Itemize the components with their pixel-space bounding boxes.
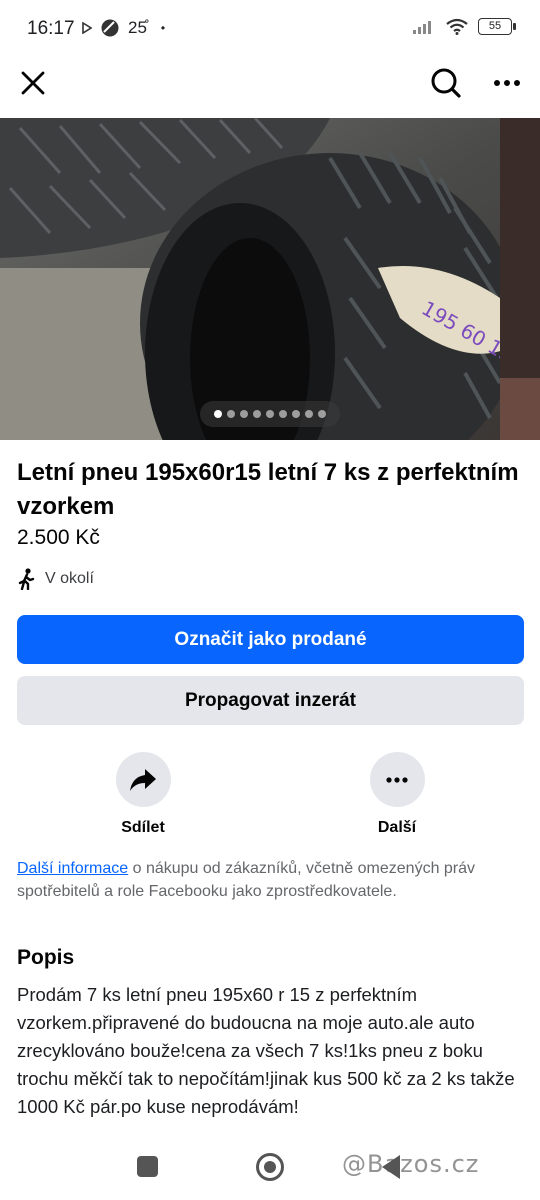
play-icon [82,22,92,34]
status-left-icons: 25̊ • [82,18,165,38]
mark-sold-button[interactable]: Označit jako prodané [17,615,524,664]
listing-title: Letní pneu 195x60r15 letní 7 ks z perfek… [17,459,519,520]
pagination-dot[interactable] [292,410,300,418]
navigation-bar: @Bazos.cz [0,1136,540,1200]
signal-icon [413,20,431,34]
more-button[interactable] [485,61,529,105]
more-info-link[interactable]: Další informace [17,860,128,877]
description-text: Prodám 7 ks letní pneu 195x60 r 15 z per… [17,984,515,1117]
more-dots-icon [386,776,408,783]
close-icon [21,71,45,95]
more-actions-button[interactable] [369,752,425,807]
share-label: Sdílet [121,819,165,836]
status-time: 16:17 [27,18,75,39]
share-arrow-icon [130,768,156,791]
pagination-dot[interactable] [266,410,274,418]
search-button[interactable] [424,61,468,105]
status-temperature: 25̊ [128,18,147,37]
more-action[interactable]: Další [347,752,447,837]
status-dot: • [160,21,166,35]
tire-photo: 195 60 15 [0,118,540,440]
location-text: V okolí [45,570,94,587]
weather-icon [101,19,119,37]
more-label: Další [377,819,417,836]
back-button[interactable] [382,1155,400,1179]
pagination-dot[interactable] [240,410,248,418]
share-action[interactable]: Sdílet [93,752,193,837]
close-button[interactable] [11,61,55,105]
description-title: Popis [17,946,75,969]
share-button[interactable] [115,752,171,807]
search-icon [431,68,461,98]
wifi-icon [446,18,468,35]
pagination-dot[interactable] [279,410,287,418]
promote-listing-button[interactable]: Propagovat inzerát [17,676,524,725]
pagination-dot[interactable] [227,410,235,418]
status-right-icons: 55 [412,18,516,35]
status-bar: 16:17 25̊ • 55 [0,0,540,58]
walking-person-icon [18,568,35,590]
purchase-info: Další informace o nákupu od zákazníků, v… [17,857,522,903]
pagination-dot[interactable] [253,410,261,418]
battery-icon: 55 [478,18,516,35]
home-button[interactable] [256,1153,284,1181]
more-icon [494,80,520,86]
listing-price: 2.500 Kč [17,526,100,549]
pagination-dot[interactable] [305,410,313,418]
photo-pagination [200,401,340,427]
watermark: @Bazos.cz [342,1150,480,1178]
listing-location: V okolí [17,568,94,590]
pagination-dot[interactable] [318,410,326,418]
top-bar [0,58,540,118]
recent-apps-button[interactable] [137,1156,158,1177]
pagination-dot[interactable] [214,410,222,418]
listing-photo[interactable]: 195 60 15 [0,118,540,440]
